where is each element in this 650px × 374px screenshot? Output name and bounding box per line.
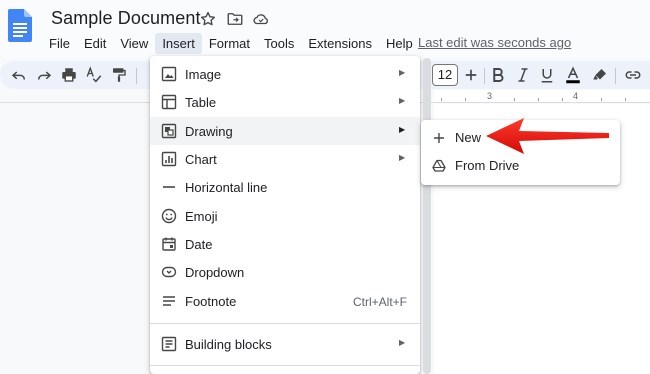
table-icon <box>161 94 177 110</box>
menu-item-label: Footnote <box>185 294 237 309</box>
ruler-label: 3 <box>487 91 493 101</box>
toolbar-divider <box>615 68 616 84</box>
menu-item-label: Date <box>185 237 213 252</box>
menu-item-label: Image <box>185 67 222 82</box>
menu-item-date[interactable]: Date <box>150 230 420 258</box>
ruler-tick <box>538 98 539 101</box>
ruler-tick <box>441 98 442 101</box>
menu-extensions[interactable]: Extensions <box>301 33 379 54</box>
menu-item-chart[interactable]: Chart ▶ <box>150 145 420 173</box>
paint-format-icon[interactable] <box>110 66 128 84</box>
ruler-tick <box>562 98 563 101</box>
insert-link-icon[interactable] <box>624 66 642 84</box>
submenu-arrow-icon: ▶ <box>399 153 406 162</box>
star-icon[interactable] <box>199 10 217 28</box>
image-icon <box>161 66 177 82</box>
menu-file[interactable]: File <box>42 33 77 54</box>
annotation-arrow-icon <box>486 118 609 154</box>
ruler-tick <box>625 98 626 101</box>
move-folder-icon[interactable] <box>226 10 244 28</box>
horizontal-line-icon <box>163 186 175 188</box>
menu-divider <box>150 323 420 324</box>
drawing-icon <box>161 123 177 139</box>
submenu-arrow-icon: ▶ <box>399 125 406 134</box>
menu-bar: File Edit View Insert Format Tools Exten… <box>42 32 420 54</box>
menu-edit[interactable]: Edit <box>77 33 113 54</box>
google-docs-window: Sample Document File Edit View Insert Fo… <box>0 0 650 374</box>
redo-icon[interactable] <box>35 66 53 84</box>
increase-font-size-icon[interactable] <box>462 66 480 84</box>
menu-item-label: Emoji <box>185 209 218 224</box>
ruler-tick <box>465 98 466 101</box>
submenu-arrow-icon: ▶ <box>399 96 406 105</box>
menu-item-table[interactable]: Table ▶ <box>150 88 420 116</box>
font-size-input[interactable]: 12 <box>432 64 458 86</box>
menu-scrollbar[interactable] <box>423 58 431 374</box>
italic-icon[interactable] <box>514 66 532 84</box>
menu-item-footnote[interactable]: Footnote Ctrl+Alt+F <box>150 287 420 315</box>
highlight-color-icon[interactable] <box>591 66 609 84</box>
menu-item-horizontal-line[interactable]: Horizontal line <box>150 173 420 201</box>
menu-item-building-blocks[interactable]: Building blocks ▶ <box>150 330 420 358</box>
text-color-icon[interactable] <box>564 66 582 84</box>
ruler-label: 4 <box>573 91 579 101</box>
emoji-icon <box>161 208 177 224</box>
last-edit-link[interactable]: Last edit was seconds ago <box>418 35 571 50</box>
footnote-icon <box>163 296 175 306</box>
ruler-tick <box>514 98 515 101</box>
menu-item-label: Chart <box>185 152 217 167</box>
submenu-item-from-drive[interactable]: From Drive <box>421 153 620 179</box>
menu-item-emoji[interactable]: Emoji <box>150 202 420 230</box>
menu-divider <box>150 365 420 366</box>
dropdown-icon <box>161 266 177 278</box>
submenu-arrow-icon: ▶ <box>399 68 406 77</box>
ruler-page-area[interactable] <box>434 90 650 103</box>
building-blocks-icon <box>161 336 177 352</box>
menu-help[interactable]: Help <box>379 33 420 54</box>
header: Sample Document File Edit View Insert Fo… <box>0 0 650 58</box>
chart-icon <box>161 151 177 167</box>
spellcheck-icon[interactable] <box>85 66 103 84</box>
undo-icon[interactable] <box>10 66 28 84</box>
print-icon[interactable] <box>60 66 78 84</box>
menu-format[interactable]: Format <box>202 33 257 54</box>
document-title[interactable]: Sample Document <box>51 8 201 29</box>
menu-view[interactable]: View <box>113 33 155 54</box>
ruler-tick <box>601 98 602 101</box>
menu-item-drawing[interactable]: Drawing ▶ <box>150 117 420 145</box>
drive-icon <box>432 159 446 172</box>
submenu-item-label: New <box>455 130 482 145</box>
submenu-item-label: From Drive <box>455 158 520 173</box>
menu-item-image[interactable]: Image ▶ <box>150 60 420 88</box>
menu-tools[interactable]: Tools <box>257 33 301 54</box>
menu-item-label: Building blocks <box>185 337 272 352</box>
bold-icon[interactable] <box>489 66 507 84</box>
docs-logo-icon[interactable] <box>8 9 32 42</box>
menu-item-label: Table <box>185 95 217 110</box>
menu-item-label: Horizontal line <box>185 180 268 195</box>
menu-item-dropdown[interactable]: Dropdown <box>150 258 420 286</box>
menu-item-label: Dropdown <box>185 265 245 280</box>
plus-icon <box>434 133 444 143</box>
menu-item-label: Drawing <box>185 124 233 139</box>
insert-menu: Image ▶ Table ▶ Drawing ▶ Chart ▶ Horizo… <box>150 56 420 374</box>
cloud-saved-icon[interactable] <box>252 10 270 28</box>
keyboard-shortcut: Ctrl+Alt+F <box>352 295 407 309</box>
underline-icon[interactable] <box>538 66 556 84</box>
toolbar-divider <box>136 68 137 84</box>
date-icon <box>162 237 176 251</box>
menu-insert[interactable]: Insert <box>155 32 202 54</box>
toolbar-divider <box>484 68 485 84</box>
submenu-arrow-icon: ▶ <box>399 338 406 347</box>
